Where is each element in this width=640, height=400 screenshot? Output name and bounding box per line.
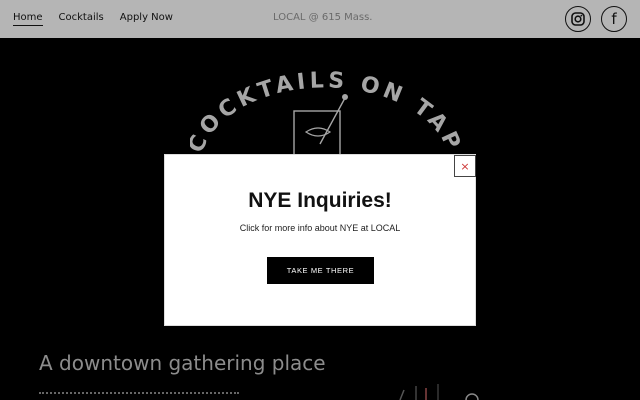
close-button[interactable]: × xyxy=(454,155,476,177)
nav-link-apply-now[interactable]: Apply Now xyxy=(120,12,173,26)
popup-description: Click for more info about NYE at LOCAL xyxy=(239,223,401,233)
popup-title: NYE Inquiries! xyxy=(248,189,392,212)
nav-link-home[interactable]: Home xyxy=(13,12,43,26)
hero-subtext-fragment xyxy=(39,392,239,396)
site-header: Home Cocktails Apply Now LOCAL @ 615 Mas… xyxy=(0,0,640,38)
main-nav: Home Cocktails Apply Now xyxy=(13,12,173,26)
close-icon: × xyxy=(460,159,470,173)
nye-popup: × NYE Inquiries! Click for more info abo… xyxy=(164,154,476,326)
facebook-icon: f xyxy=(611,9,617,28)
hero-logo: COCKTAILS ON TAP xyxy=(190,68,460,156)
instagram-link[interactable] xyxy=(565,6,591,32)
location-text: LOCAL @ 615 Mass. xyxy=(273,12,373,23)
hero-logo-text: COCKTAILS ON TAP xyxy=(190,68,460,156)
take-me-there-button[interactable]: TAKE ME THERE xyxy=(267,257,374,284)
decorative-lines xyxy=(399,384,479,400)
nav-link-cocktails[interactable]: Cocktails xyxy=(59,12,104,26)
facebook-link[interactable]: f xyxy=(601,6,627,32)
cocktail-glass-icon xyxy=(293,94,348,156)
hero-tagline: A downtown gathering place xyxy=(39,351,326,375)
instagram-icon xyxy=(571,12,585,26)
